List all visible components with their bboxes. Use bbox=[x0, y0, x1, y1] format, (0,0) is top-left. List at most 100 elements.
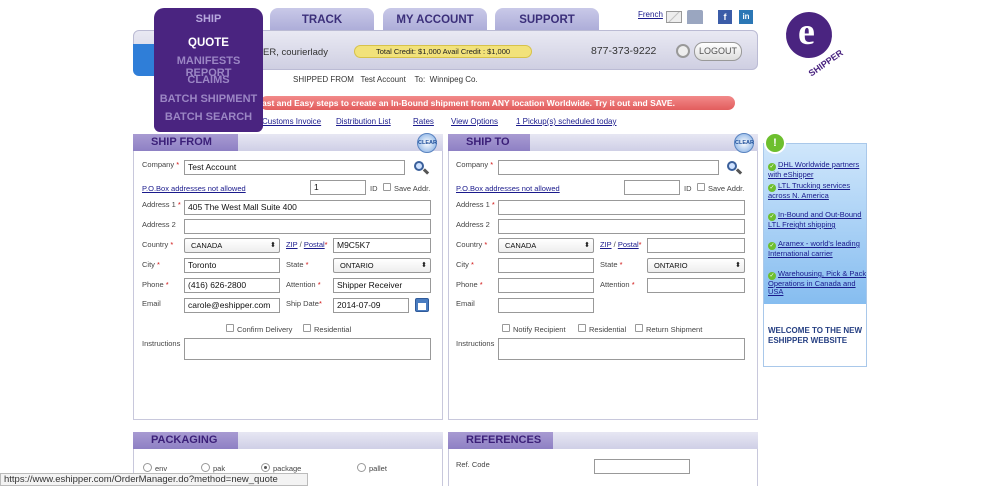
customs-invoice-link[interactable]: Customs Invoice bbox=[262, 117, 321, 126]
news-item[interactable]: ✓ LTL Trucking services across N. America bbox=[768, 182, 868, 200]
to-save-addr-checkbox[interactable] bbox=[697, 183, 705, 191]
menu-item-quote[interactable]: QUOTE bbox=[154, 37, 263, 49]
from-company-input[interactable]: Test Account bbox=[184, 160, 405, 175]
to-value: Winnipeg Co. bbox=[429, 75, 478, 84]
shipped-from-value: Test Account bbox=[360, 75, 406, 84]
to-id-input[interactable] bbox=[624, 180, 680, 195]
from-city-label: City * bbox=[142, 260, 160, 269]
to-address1-label: Address 1 * bbox=[456, 200, 495, 209]
to-phone-label: Phone * bbox=[456, 280, 483, 289]
to-country-arrow-icon: ⬍ bbox=[584, 242, 590, 249]
from-residential-checkbox[interactable] bbox=[303, 324, 311, 332]
packaging-package-radio[interactable] bbox=[261, 463, 270, 472]
from-country-label: Country * bbox=[142, 240, 174, 249]
from-email-input[interactable]: carole@eshipper.com bbox=[184, 298, 280, 313]
to-country-select[interactable]: CANADA ⬍ bbox=[498, 238, 594, 253]
to-instructions-input[interactable] bbox=[498, 338, 745, 360]
mail-icon[interactable] bbox=[666, 11, 682, 23]
ship-to-title: SHIP TO bbox=[448, 134, 530, 151]
from-residential-label: Residential bbox=[314, 325, 352, 334]
to-email-input[interactable] bbox=[498, 298, 594, 313]
from-phone-input[interactable]: (416) 626-2800 bbox=[184, 278, 280, 293]
eshipper-logo[interactable]: e SHIPPER bbox=[776, 3, 850, 78]
packaging-pallet-radio[interactable] bbox=[357, 463, 366, 472]
menu-item-batch-search[interactable]: BATCH SEARCH bbox=[154, 111, 263, 123]
to-residential-checkbox[interactable] bbox=[578, 324, 586, 332]
packaging-pallet-label: pallet bbox=[369, 464, 387, 473]
ref-code-input[interactable] bbox=[594, 459, 690, 474]
tab-ship[interactable]: SHIP bbox=[154, 13, 263, 25]
from-instructions-input[interactable] bbox=[184, 338, 431, 360]
browser-status-bar: https://www.eshipper.com/OrderManager.do… bbox=[0, 473, 308, 486]
logout-button[interactable]: LOGOUT bbox=[694, 42, 742, 61]
to-instructions-label: Instructions bbox=[456, 339, 495, 348]
from-country-arrow-icon: ⬍ bbox=[270, 242, 276, 249]
ship-from-clear-button[interactable]: CLEAR bbox=[417, 133, 437, 153]
logo-letter: e bbox=[798, 11, 815, 53]
packaging-pak-radio[interactable] bbox=[201, 463, 210, 472]
from-instructions-label: Instructions bbox=[142, 339, 181, 348]
home-icon[interactable] bbox=[687, 10, 703, 24]
promo-banner: ast and Easy steps to create an In-Bound… bbox=[260, 96, 735, 110]
distribution-list-link[interactable]: Distribution List bbox=[336, 117, 391, 126]
settings-gear-icon[interactable] bbox=[676, 44, 690, 58]
from-attention-input[interactable]: Shipper Receiver bbox=[333, 278, 431, 293]
rates-link[interactable]: Rates bbox=[413, 117, 434, 126]
from-state-select[interactable]: ONTARIO ⬍ bbox=[333, 258, 431, 273]
packaging-env-radio[interactable] bbox=[143, 463, 152, 472]
from-country-select[interactable]: CANADA ⬍ bbox=[184, 238, 280, 253]
news-item[interactable]: ✓ DHL Worldwide partners with eShipper bbox=[768, 161, 868, 179]
from-city-input[interactable]: Toronto bbox=[184, 258, 280, 273]
confirm-delivery-checkbox[interactable] bbox=[226, 324, 234, 332]
from-id-input[interactable]: 1 bbox=[310, 180, 366, 195]
pickups-scheduled-link[interactable]: 1 Pickup(s) scheduled today bbox=[516, 117, 617, 126]
from-shipdate-label: Ship Date* bbox=[286, 299, 322, 308]
to-state-label: State * bbox=[600, 260, 623, 269]
to-pobox-notice: P.O.Box addresses not allowed bbox=[456, 184, 560, 193]
return-shipment-checkbox[interactable] bbox=[635, 324, 643, 332]
from-address2-input[interactable] bbox=[184, 219, 431, 234]
from-shipdate-input[interactable]: 2014-07-09 bbox=[333, 298, 409, 313]
to-country-label: Country * bbox=[456, 240, 488, 249]
news-item[interactable]: ✓ Warehousing, Pick & Pack Operations in … bbox=[768, 270, 868, 296]
return-shipment-label: Return Shipment bbox=[646, 325, 703, 334]
news-item[interactable]: ✓ Aramex - world's leading International … bbox=[768, 240, 868, 258]
from-id-label: ID bbox=[370, 184, 378, 193]
welcome-message: WELCOME TO THE NEW ESHIPPER WEBSITE bbox=[768, 326, 863, 345]
calendar-icon-page bbox=[418, 303, 426, 310]
ship-to-clear-button[interactable]: CLEAR bbox=[734, 133, 754, 153]
to-search-icon[interactable] bbox=[726, 160, 743, 176]
support-phone: 877-373-9222 bbox=[591, 45, 657, 57]
to-id-label: ID bbox=[684, 184, 692, 193]
header-left-accent bbox=[133, 44, 155, 76]
menu-item-claims[interactable]: CLAIMS bbox=[154, 74, 263, 86]
to-state-arrow-icon: ⬍ bbox=[735, 262, 741, 269]
french-language-link[interactable]: French bbox=[638, 10, 663, 19]
to-zip-label: ZIP / Postal* bbox=[600, 240, 642, 249]
view-options-link[interactable]: View Options bbox=[451, 117, 498, 126]
to-save-addr-label: Save Addr. bbox=[708, 184, 745, 193]
linkedin-icon[interactable]: in bbox=[739, 10, 753, 24]
from-zip-input[interactable]: M9C5K7 bbox=[333, 238, 431, 253]
to-state-select[interactable]: ONTARIO ⬍ bbox=[647, 258, 745, 273]
to-zip-input[interactable] bbox=[647, 238, 745, 253]
from-state-label: State * bbox=[286, 260, 309, 269]
facebook-icon[interactable]: f bbox=[718, 10, 732, 24]
info-icon: ! bbox=[764, 132, 786, 154]
to-city-input[interactable] bbox=[498, 258, 594, 273]
to-attention-input[interactable] bbox=[647, 278, 745, 293]
to-address1-input[interactable] bbox=[498, 200, 745, 215]
calendar-icon[interactable] bbox=[415, 298, 429, 312]
to-company-input[interactable] bbox=[498, 160, 719, 175]
from-save-addr-checkbox[interactable] bbox=[383, 183, 391, 191]
from-state-arrow-icon: ⬍ bbox=[421, 262, 427, 269]
to-phone-input[interactable] bbox=[498, 278, 594, 293]
from-address1-input[interactable]: 405 The West Mall Suite 400 bbox=[184, 200, 431, 215]
news-item[interactable]: ✓ In-Bound and Out-Bound LTL Freight ship… bbox=[768, 211, 868, 229]
to-address2-input[interactable] bbox=[498, 219, 745, 234]
from-phone-label: Phone * bbox=[142, 280, 169, 289]
menu-item-batch-shipment[interactable]: BATCH SHIPMENT bbox=[154, 93, 263, 105]
packaging-pak-label: pak bbox=[213, 464, 226, 473]
from-search-icon[interactable] bbox=[413, 160, 430, 176]
notify-recipient-checkbox[interactable] bbox=[502, 324, 510, 332]
